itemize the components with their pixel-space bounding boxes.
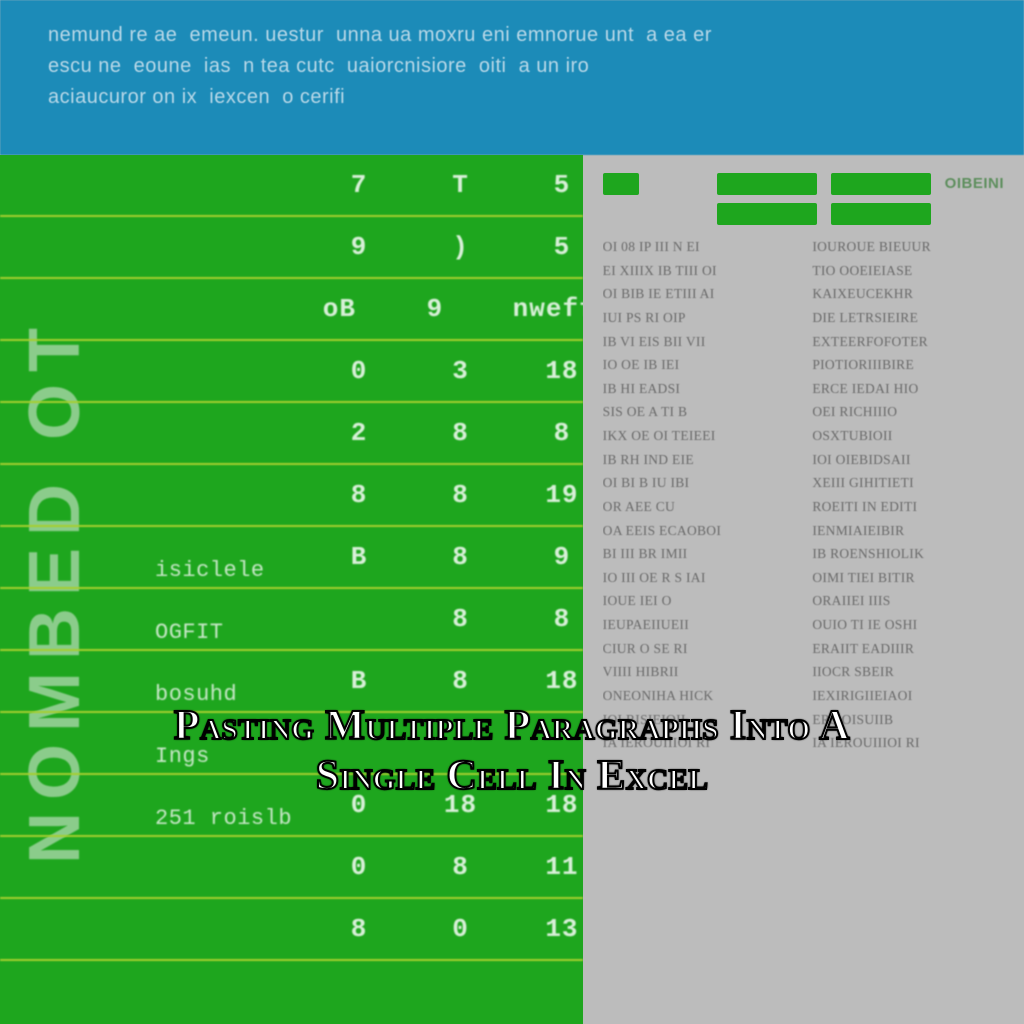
table-row: 7T5	[0, 155, 583, 217]
table-row: oB9nweffa	[0, 279, 583, 341]
text-line: TIO OOEIEIASE	[812, 259, 1004, 283]
text-line: OI BI B IU IBI	[603, 471, 795, 495]
green-chip-icon	[831, 203, 931, 225]
text-line: IB ROENSHIOLIK	[812, 542, 1004, 566]
text-line: IUI PS RI OIP	[603, 306, 795, 330]
right-col-2: IOUROUE BIEUURTIO OOEIEIASEKAIXEUCEKHRDI…	[812, 235, 1004, 1024]
text-line: BI III BR IMII	[603, 542, 795, 566]
text-line: IOI OIEBIDSAII	[812, 448, 1004, 472]
text-line: IO OE IB IEI	[603, 353, 795, 377]
text-line: OI BIB IE ETIII AI	[603, 282, 795, 306]
green-chip-icon	[831, 173, 931, 195]
row-label: 251 roislb	[155, 806, 292, 831]
text-line: OIMI TIEI BITIR	[812, 566, 1004, 590]
text-line: IOUE IEI O	[603, 589, 795, 613]
text-line: IB RH IND EIE	[603, 448, 795, 472]
right-top-bar: OIBEINI	[603, 173, 1004, 225]
text-line: PIOTIORIIIBIRE	[812, 353, 1004, 377]
text-line: OI 08 IP III N EI	[603, 235, 795, 259]
text-line: EI XIIIX IB TIII OI	[603, 259, 795, 283]
text-line: DIE LETRSIEIRE	[812, 306, 1004, 330]
text-line: XEIII GIHITIETI	[812, 471, 1004, 495]
table-row: isicleleB89	[0, 527, 583, 589]
right-gray-panel: OIBEINI OI 08 IP III N EIEI XIIIX IB TII…	[583, 155, 1024, 1024]
right-top-label: OIBEINI	[945, 175, 1004, 192]
table-row: 288	[0, 403, 583, 465]
text-line: ERCE IEDAI HIO	[812, 377, 1004, 401]
main-area: NOMBED OT 7T59)5oB9nweffa03182888819isic…	[0, 155, 1024, 1024]
green-chip-icon	[717, 173, 817, 195]
table-row: 8819	[0, 465, 583, 527]
row-label: isiclele	[155, 558, 265, 583]
text-line: ERAIIT EADIIIR	[812, 637, 1004, 661]
text-line: IKX OE OI TEIEEI	[603, 424, 795, 448]
right-col-1: OI 08 IP III N EIEI XIIIX IB TIII OIOI B…	[603, 235, 795, 1024]
left-green-panel: NOMBED OT 7T59)5oB9nweffa03182888819isic…	[0, 155, 583, 1024]
right-columns: OI 08 IP III N EIEI XIIIX IB TIII OIOI B…	[603, 235, 1004, 1024]
text-line: IIOCR SBEIR	[812, 660, 1004, 684]
text-line: VIIII HIBRII	[603, 660, 795, 684]
top-banner: nemund re ae emeun. uestur unna ua moxru…	[0, 0, 1024, 155]
table-row: 9)5	[0, 217, 583, 279]
text-line: ROEITI IN EDITI	[812, 495, 1004, 519]
table-row: 0811	[0, 837, 583, 899]
text-line: KAIXEUCEKHR	[812, 282, 1004, 306]
text-line: OR AEE CU	[603, 495, 795, 519]
text-line: SIS OE A TI B	[603, 400, 795, 424]
green-chip-icon	[603, 173, 639, 195]
left-rows: 7T59)5oB9nweffa03182888819isicleleB89OGF…	[0, 155, 583, 1024]
text-line: IENMIAIEIBIR	[812, 519, 1004, 543]
row-label: OGFIT	[155, 620, 224, 645]
table-row: 0318	[0, 341, 583, 403]
text-line: OUIO TI IE OSHI	[812, 613, 1004, 637]
table-row: 8013	[0, 899, 583, 961]
text-line: ORAIIEI IIIS	[812, 589, 1004, 613]
text-line: IEUPAEIIUEII	[603, 613, 795, 637]
text-line: IOUROUE BIEUUR	[812, 235, 1004, 259]
overlay-title: Pasting Multiple Paragraphs Into A Singl…	[132, 702, 892, 801]
text-line: IO III OE R S IAI	[603, 566, 795, 590]
table-row: OGFIT88	[0, 589, 583, 651]
text-line: OA EEIS ECAOBOI	[603, 519, 795, 543]
text-line: IB HI EADSI	[603, 377, 795, 401]
text-line: CIUR O SE RI	[603, 637, 795, 661]
text-line: EXTEERFOFOTER	[812, 330, 1004, 354]
text-line: IB VI EIS BII VII	[603, 330, 795, 354]
text-line: OSXTUBIOII	[812, 424, 1004, 448]
green-chip-icon	[717, 203, 817, 225]
text-line: OEI RICHIIIO	[812, 400, 1004, 424]
